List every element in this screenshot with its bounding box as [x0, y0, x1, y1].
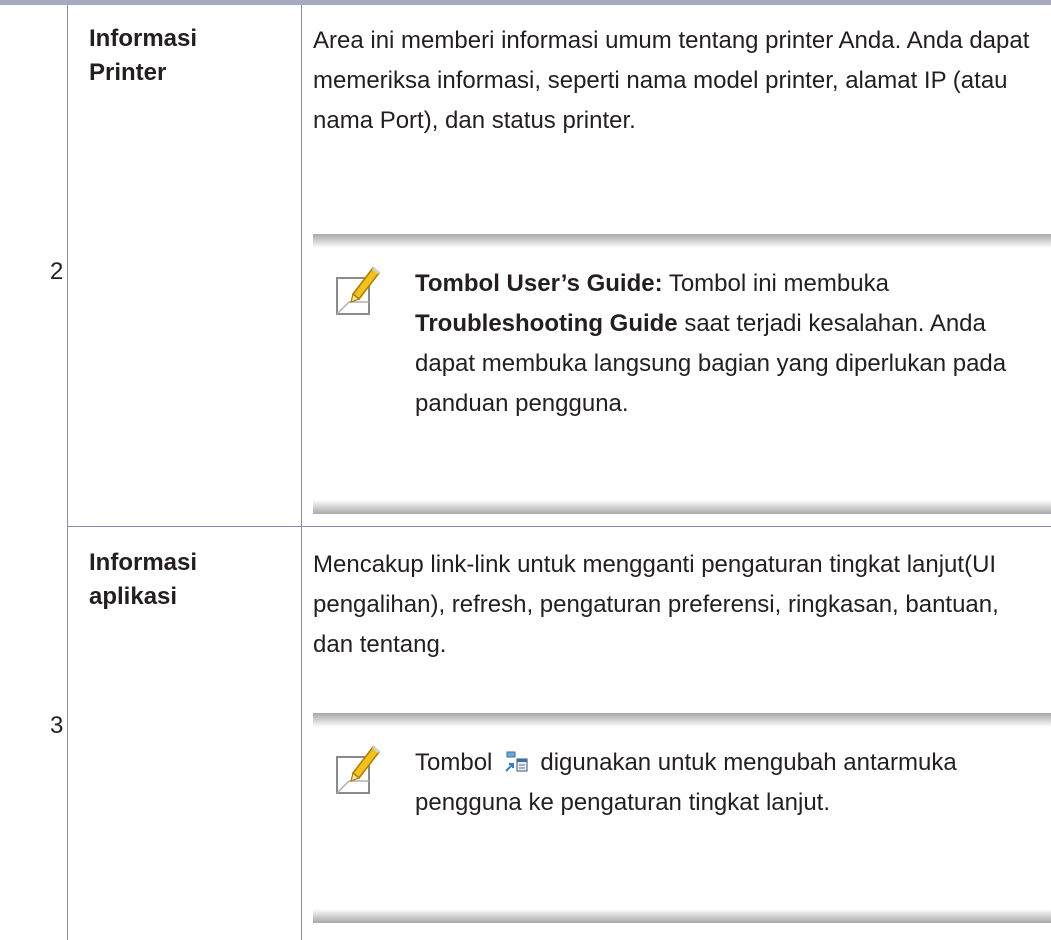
note-box: Tombol digunakan untuk mengubah antarmuk… — [313, 713, 1051, 923]
column-divider — [301, 5, 302, 940]
note-text: Tombol User’s Guide: Tombol ini membuka … — [415, 270, 1007, 417]
note-pencil-icon — [336, 266, 381, 315]
table-top-border — [0, 0, 1051, 5]
note-text: Tombol digunakan untuk mengubah antarmuk… — [415, 749, 957, 816]
note-pencil-icon — [336, 745, 381, 794]
row-number: 3 — [50, 712, 64, 739]
table-left-border — [67, 5, 68, 940]
note-box: Tombol User’s Guide: Tombol ini membuka … — [313, 234, 1051, 514]
row-description: Area ini memberi informasi umum tentang … — [313, 27, 1030, 134]
row-label: Informasi Printer — [89, 25, 198, 86]
row-label: Informasi aplikasi — [89, 549, 198, 610]
row-description: Mencakup link-link untuk mengganti penga… — [313, 551, 999, 658]
switch-advanced-ui-icon — [505, 751, 528, 772]
row-divider — [67, 526, 1051, 527]
row-number: 2 — [50, 258, 64, 285]
